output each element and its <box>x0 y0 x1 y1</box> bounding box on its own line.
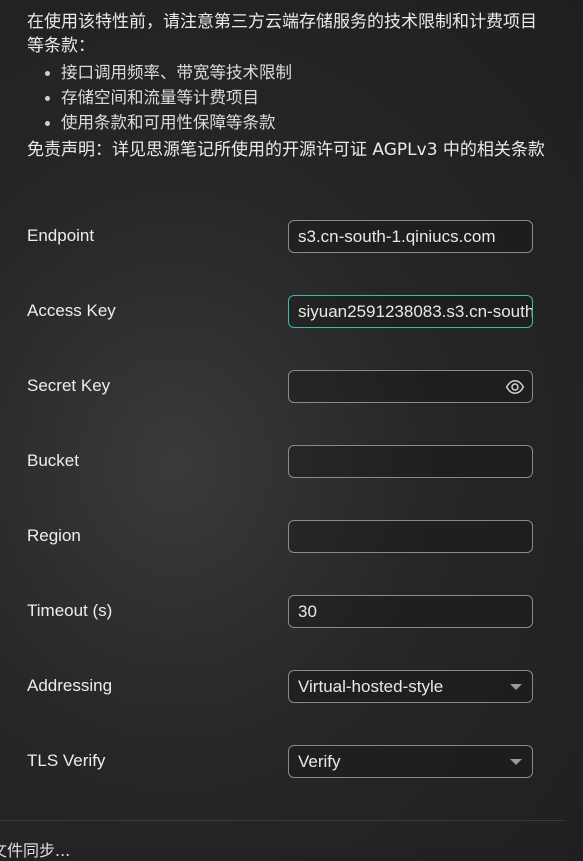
access-key-input[interactable]: siyuan2591238083.s3.cn-south-1.qiniucs.c… <box>288 295 533 328</box>
bucket-label: Bucket <box>27 451 79 470</box>
notice-item: 使用条款和可用性保障等条款 <box>45 110 547 135</box>
notice-block: 在使用该特性前，请注意第三方云端存储服务的技术限制和计费项目等条款： 接口调用频… <box>27 10 547 162</box>
secret-key-input[interactable] <box>288 370 533 403</box>
access-key-label: Access Key <box>27 301 116 320</box>
tls-verify-select[interactable]: Verify <box>288 745 533 778</box>
endpoint-row: Endpoint s3.cn-south-1.qiniucs.com <box>27 220 535 254</box>
addressing-value: Virtual-hosted-style <box>298 677 444 696</box>
endpoint-label: Endpoint <box>27 226 95 245</box>
next-section-title: 文件同步... <box>0 841 71 860</box>
timeout-row: Timeout (s) 30 <box>27 595 535 629</box>
timeout-label: Timeout (s) <box>27 601 113 620</box>
region-row: Region <box>27 520 535 554</box>
addressing-label: Addressing <box>27 676 113 695</box>
section-divider <box>0 820 565 821</box>
notice-item: 存储空间和流量等计费项目 <box>45 85 547 110</box>
notice-intro: 在使用该特性前，请注意第三方云端存储服务的技术限制和计费项目等条款： <box>27 12 537 56</box>
addressing-row: Addressing Virtual-hosted-style <box>27 670 535 704</box>
region-input[interactable] <box>288 520 533 553</box>
timeout-input[interactable]: 30 <box>288 595 533 628</box>
secret-key-row: Secret Key <box>27 370 535 404</box>
notice-list: 接口调用频率、带宽等技术限制 存储空间和流量等计费项目 使用条款和可用性保障等条… <box>27 60 547 135</box>
bucket-input[interactable] <box>288 445 533 478</box>
addressing-select[interactable]: Virtual-hosted-style <box>288 670 533 703</box>
tls-verify-row: TLS Verify Verify <box>27 745 535 779</box>
secret-key-label: Secret Key <box>27 376 111 395</box>
chevron-down-icon <box>510 759 522 765</box>
access-key-row: Access Key siyuan2591238083.s3.cn-south-… <box>27 295 535 329</box>
disclaimer-text: 免责声明：详见思源笔记所使用的开源许可证 AGPLv3 中的相关条款 <box>27 140 545 160</box>
tls-verify-label: TLS Verify <box>27 751 106 770</box>
region-label: Region <box>27 526 81 545</box>
tls-verify-value: Verify <box>298 752 341 771</box>
eye-icon[interactable] <box>505 377 525 397</box>
notice-item: 接口调用频率、带宽等技术限制 <box>45 60 547 85</box>
bucket-row: Bucket <box>27 445 535 479</box>
chevron-down-icon <box>510 684 522 690</box>
endpoint-input[interactable]: s3.cn-south-1.qiniucs.com <box>288 220 533 253</box>
